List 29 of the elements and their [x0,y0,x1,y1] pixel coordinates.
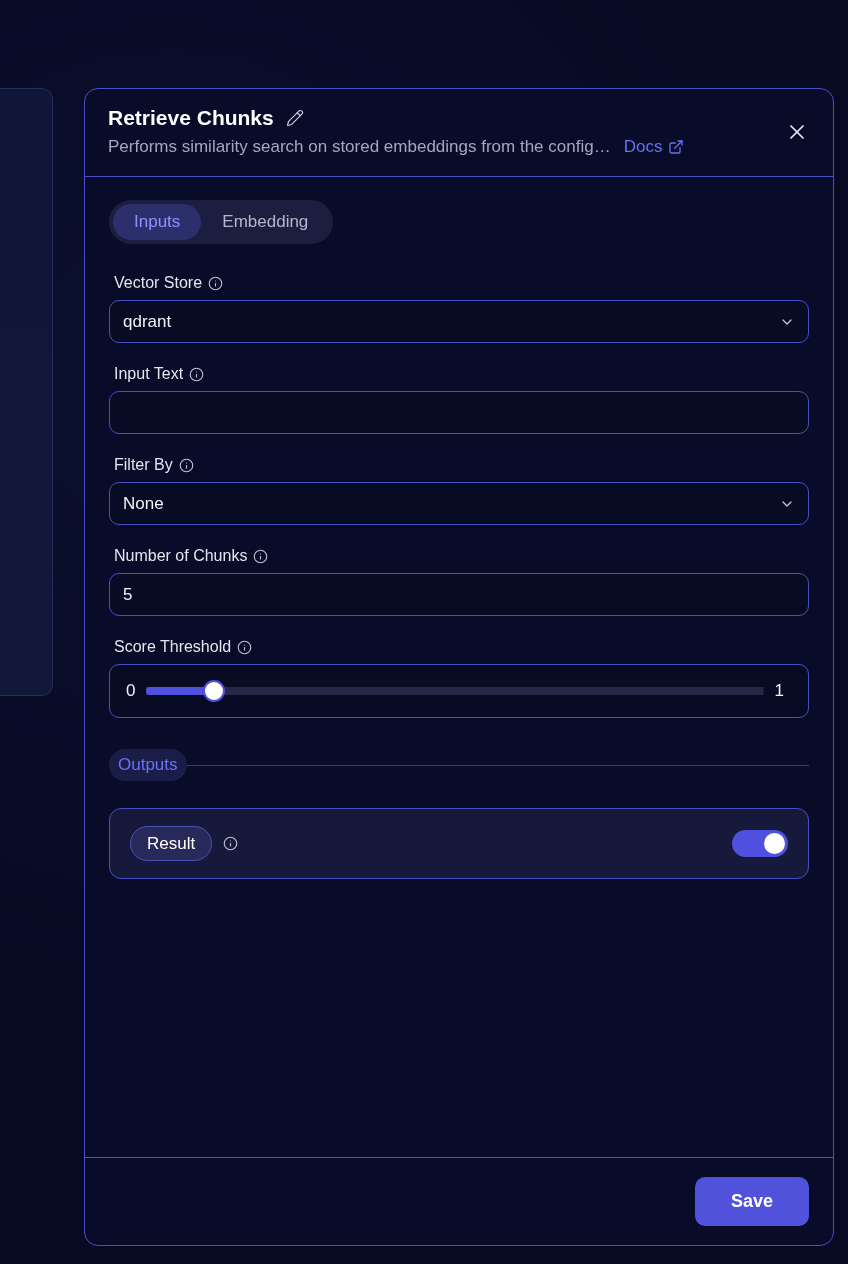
field-label: Vector Store [114,273,203,293]
field-label: Score Threshold [114,637,232,657]
output-chip: Result [130,826,213,861]
slider-thumb[interactable] [203,680,226,702]
select-field[interactable]: None [109,482,809,525]
text-input[interactable]: 5 [109,573,809,616]
field-label: Number of Chunks [114,546,248,566]
tab[interactable]: Embedding [201,204,330,240]
slider-min-label: 0 [126,681,136,701]
pencil-icon[interactable] [285,109,304,127]
info-icon [223,836,239,851]
info-icon [178,457,194,473]
text-input[interactable] [109,391,809,434]
panel-title: Retrieve Chunks [108,105,274,131]
toggle-switch[interactable] [732,830,788,857]
field-label: Input Text [114,364,184,384]
info-icon [237,639,253,655]
select-field[interactable]: qdrant [109,300,809,343]
save-button[interactable]: Save [695,1177,809,1226]
panel-description: Performs similarity search on stored embeddings from the config… [108,136,611,158]
field-label: Filter By [114,455,173,475]
info-icon [189,366,205,382]
external-link-icon [668,139,685,155]
slider-max-label: 1 [774,681,784,701]
info-icon [208,275,224,291]
docs-link[interactable]: Docs [623,136,685,158]
outputs-heading: Outputs [109,749,187,781]
info-icon [253,548,269,564]
tab[interactable]: Inputs [113,204,202,240]
